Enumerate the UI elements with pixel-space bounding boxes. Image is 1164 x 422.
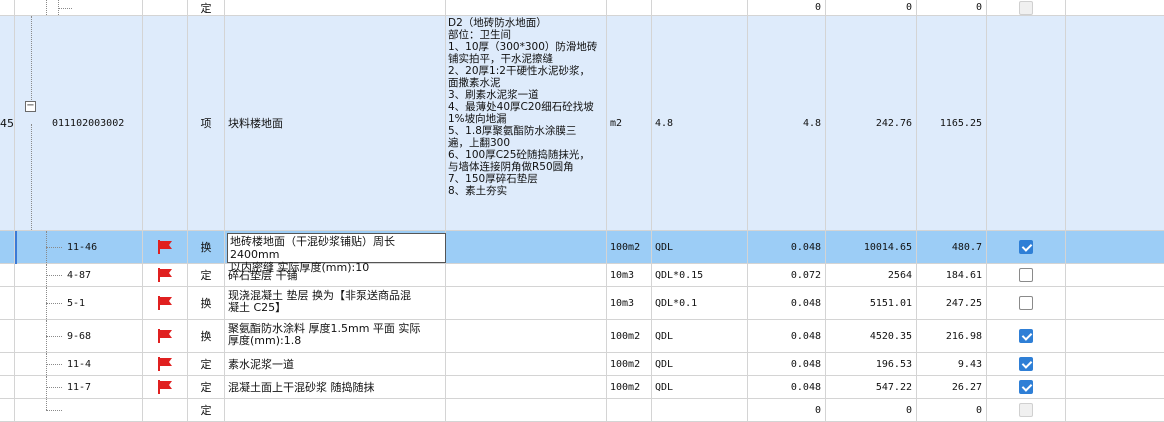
price-cell: 0 xyxy=(826,399,917,421)
selection-indicator xyxy=(15,231,17,264)
checkbox-icon xyxy=(1019,0,1033,15)
red-flag-icon xyxy=(158,329,172,343)
red-flag-icon xyxy=(158,357,172,371)
child-code: 4-87 xyxy=(15,264,143,286)
expr-cell[interactable]: 4.8 xyxy=(652,16,748,230)
type-cell: 换 xyxy=(188,287,225,319)
unit-cell: 100m2 xyxy=(607,353,652,375)
type-cell: 定 xyxy=(188,264,225,286)
qty-cell: 0.072 xyxy=(748,264,826,286)
expr-cell[interactable]: QDL xyxy=(652,231,748,263)
qty-cell: 0.048 xyxy=(748,353,826,375)
expr-cell[interactable]: QDL*0.1 xyxy=(652,287,748,319)
unit-cell: m2 xyxy=(607,16,652,230)
price-cell: 196.53 xyxy=(826,353,917,375)
grid-row[interactable]: 11-7 定 混凝土面上干混砂浆 随捣随抹 100m2 QDL 0.048 54… xyxy=(0,376,1164,399)
total-cell: 0 xyxy=(917,399,987,421)
total-cell: 480.7 xyxy=(917,231,987,263)
unit-cell: 100m2 xyxy=(607,376,652,398)
grid-row[interactable]: 4-87 定 碎石垫层 干铺 10m3 QDL*0.15 0.072 2564 … xyxy=(0,264,1164,287)
name-cell[interactable]: 聚氨酯防水涂料 厚度1.5mm 平面 实际 厚度(mm):1.8 xyxy=(225,320,446,352)
item-code[interactable]: 011102003002 xyxy=(15,16,143,230)
type-cell: 定 xyxy=(188,399,225,421)
expr-cell[interactable]: QDL xyxy=(652,353,748,375)
qty-cell: 0.048 xyxy=(748,231,826,263)
expr-cell[interactable]: QDL*0.15 xyxy=(652,264,748,286)
quota-grid: 定 0 0 0 45 011102003002 项 块料楼地面 D2（地砖防水地… xyxy=(0,0,1164,422)
red-flag-icon xyxy=(158,268,172,282)
qty-cell: 4.8 xyxy=(748,16,826,230)
price-cell: 547.22 xyxy=(826,376,917,398)
type-cell: 换 xyxy=(188,320,225,352)
checkbox-icon[interactable] xyxy=(1019,329,1033,343)
checkbox-icon[interactable] xyxy=(1019,268,1033,282)
grid-row-selected[interactable]: 11-46 换 100m2 QDL 0.048 10014.65 480.7 xyxy=(0,231,1164,264)
name-cell[interactable]: 块料楼地面 xyxy=(225,16,446,230)
child-code: 11-4 xyxy=(15,353,143,375)
unit-cell: 10m3 xyxy=(607,264,652,286)
checkbox-icon[interactable] xyxy=(1019,380,1033,394)
price-cell: 5151.01 xyxy=(826,287,917,319)
expr-cell[interactable]: QDL xyxy=(652,320,748,352)
total-cell: 216.98 xyxy=(917,320,987,352)
checkbox-icon[interactable] xyxy=(1019,240,1033,254)
red-flag-icon xyxy=(158,380,172,394)
grid-row-top[interactable]: 定 0 0 0 xyxy=(0,0,1164,16)
total-cell: 247.25 xyxy=(917,287,987,319)
child-code: 5-1 xyxy=(15,287,143,319)
name-cell[interactable]: 现浇混凝土 垫层 换为【非泵送商品混 凝土 C25】 xyxy=(225,287,446,319)
price-cell: 242.76 xyxy=(826,16,917,230)
total-cell: 9.43 xyxy=(917,353,987,375)
name-cell[interactable]: 碎石垫层 干铺 xyxy=(225,264,446,286)
type-cell: 定 xyxy=(188,353,225,375)
price-cell: 2564 xyxy=(826,264,917,286)
red-flag-icon xyxy=(158,296,172,310)
child-code: 11-46 xyxy=(15,231,143,263)
grid-row[interactable]: 9-68 换 聚氨酯防水涂料 厚度1.5mm 平面 实际 厚度(mm):1.8 … xyxy=(0,320,1164,353)
red-flag-icon xyxy=(158,240,172,254)
grid-row-parent[interactable]: 45 011102003002 项 块料楼地面 D2（地砖防水地面） 部位：卫生… xyxy=(0,16,1164,231)
checkbox-icon[interactable] xyxy=(1019,357,1033,371)
type-cell: 项 xyxy=(188,16,225,230)
qty-cell: 0.048 xyxy=(748,320,826,352)
unit-cell: 100m2 xyxy=(607,231,652,263)
grid-row[interactable]: 5-1 换 现浇混凝土 垫层 换为【非泵送商品混 凝土 C25】 10m3 QD… xyxy=(0,287,1164,320)
name-cell[interactable]: 素水泥浆一道 xyxy=(225,353,446,375)
child-code: 9-68 xyxy=(15,320,143,352)
unit-cell: 10m3 xyxy=(607,287,652,319)
type-cell: 换 xyxy=(188,231,225,263)
qty-cell: 0 xyxy=(748,399,826,421)
total-cell: 1165.25 xyxy=(917,16,987,230)
name-edit-field[interactable]: 地砖楼地面（干混砂浆铺贴）周长2400mm 以内密缝 实际厚度(mm):10 xyxy=(227,233,446,274)
name-cell[interactable]: 混凝土面上干混砂浆 随捣随抹 xyxy=(225,376,446,398)
features-cell[interactable]: D2（地砖防水地面） 部位：卫生间 1、10厚（300*300）防滑地砖 铺实拍… xyxy=(446,16,607,230)
unit-cell: 100m2 xyxy=(607,320,652,352)
checkbox-icon xyxy=(1019,403,1033,417)
type-cell: 定 xyxy=(188,0,225,15)
child-code: 11-7 xyxy=(15,376,143,398)
qty-cell: 0.048 xyxy=(748,287,826,319)
checkbox-icon[interactable] xyxy=(1019,296,1033,310)
collapse-minus-icon[interactable]: − xyxy=(25,101,36,112)
price-cell: 10014.65 xyxy=(826,231,917,263)
grid-row[interactable]: 11-4 定 素水泥浆一道 100m2 QDL 0.048 196.53 9.4… xyxy=(0,353,1164,376)
qty-cell: 0 xyxy=(748,0,826,15)
row-index: 45 xyxy=(0,16,15,230)
total-cell: 0 xyxy=(917,0,987,15)
total-cell: 26.27 xyxy=(917,376,987,398)
qty-cell: 0.048 xyxy=(748,376,826,398)
grid-row-empty[interactable]: 定 0 0 0 xyxy=(0,399,1164,422)
expr-cell[interactable]: QDL xyxy=(652,376,748,398)
price-cell: 4520.35 xyxy=(826,320,917,352)
total-cell: 184.61 xyxy=(917,264,987,286)
price-cell: 0 xyxy=(826,0,917,15)
type-cell: 定 xyxy=(188,376,225,398)
